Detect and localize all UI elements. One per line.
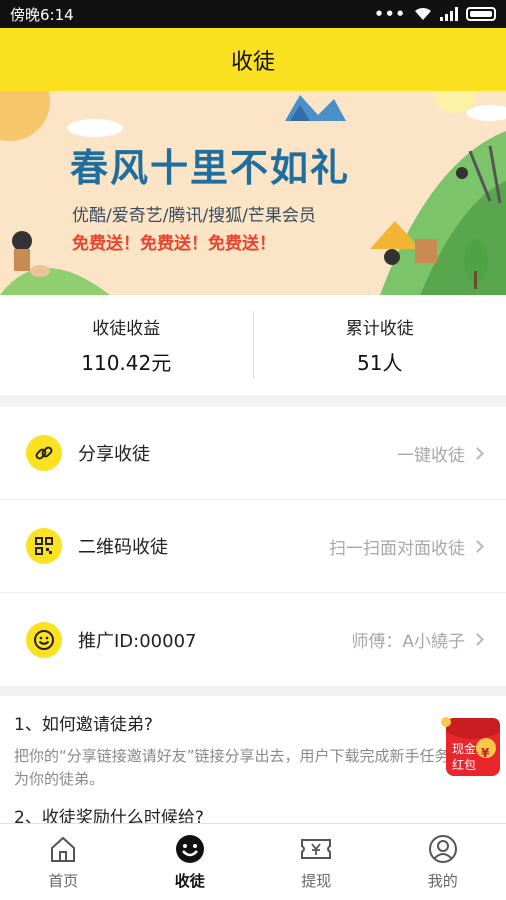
- chevron-right-icon: [471, 446, 484, 460]
- menu-item-value: 师傅：A小繞子: [351, 632, 465, 652]
- tab-label: 提现: [301, 871, 332, 890]
- status-time: 傍晚6:14: [10, 5, 74, 24]
- banner-illustration: [0, 91, 506, 295]
- page-header: 收徒: [0, 28, 506, 91]
- signal-icon: [440, 7, 458, 21]
- tab-withdraw[interactable]: 提现: [253, 824, 380, 900]
- qrcode-icon: [26, 528, 62, 564]
- battery-icon: [466, 7, 496, 21]
- banner-promo-text: 免费送！免费送！免费送！: [72, 234, 276, 254]
- yen-symbol: ¥: [481, 746, 490, 760]
- tab-label: 收徒: [174, 871, 205, 890]
- promo-banner[interactable]: 春风十里不如礼 优酷/爱奇艺/腾讯/搜狐/芒果会员 免费送！免费送！免费送！: [0, 91, 506, 295]
- status-icons: •••: [374, 5, 496, 23]
- menu-item-qrcode[interactable]: 二维码收徒 扫一扫面对面收徒: [0, 500, 506, 593]
- chevron-right-icon: [471, 539, 484, 553]
- stat-total-apprentices: 累计收徒 51人: [254, 295, 506, 395]
- faq-answer: 把你的“分享链接邀请好友”链接分享出去，用户下载完成新手任务就成为你的徒弟。: [14, 747, 480, 788]
- smiley-face-icon: [175, 834, 204, 863]
- tab-label: 我的: [427, 871, 458, 890]
- banner-title: 春风十里不如礼: [70, 146, 351, 190]
- ticket-yen-icon: [301, 838, 332, 859]
- menu-item-share[interactable]: 分享收徒 一键收徒: [0, 407, 506, 500]
- banner-subtitle: 优酷/爱奇艺/腾讯/搜狐/芒果会员: [72, 206, 316, 226]
- wifi-icon: [415, 7, 431, 20]
- faq-section: 1、如何邀请徒弟? 把你的“分享链接邀请好友”链接分享出去，用户下载完成新手任务…: [0, 696, 506, 826]
- faq-question: 1、如何邀请徒弟?: [14, 715, 153, 735]
- red-packet-label-1: 现金: [452, 742, 477, 756]
- tab-label: 首页: [48, 871, 79, 890]
- tab-home[interactable]: 首页: [0, 824, 127, 900]
- bottom-tab-bar: 首页 收徒 提现 我的: [0, 823, 506, 900]
- stat-earnings: 收徒收益 110.42元: [0, 295, 253, 395]
- chevron-right-icon: [471, 633, 484, 646]
- home-icon: [51, 836, 76, 862]
- user-icon: [428, 834, 457, 863]
- menu-item-value: 一键收徒: [397, 445, 465, 466]
- menu-item-promo-id[interactable]: 推广ID:00007 师傅：A小繞子: [0, 593, 506, 686]
- menu-item-value: 扫一扫面对面收徒: [329, 538, 465, 559]
- stat-value: 110.42元: [81, 351, 172, 375]
- menu-item-label: 二维码收徒: [78, 537, 168, 558]
- menu-item-label: 分享收徒: [78, 444, 150, 465]
- menu-item-label: 推广ID:00007: [78, 630, 197, 652]
- cash-red-packet-button[interactable]: 现金 红包 ¥: [440, 712, 504, 780]
- stats-panel: 收徒收益 110.42元 累计收徒 51人: [0, 295, 506, 395]
- red-packet-label-2: 红包: [452, 758, 477, 772]
- stat-value: 51人: [357, 351, 403, 375]
- stat-label: 累计收徒: [345, 319, 414, 339]
- action-menu: 分享收徒 一键收徒 二维码收徒 扫一扫面对面收徒 推广ID:00007 师傅：A…: [0, 407, 506, 686]
- link-icon: [26, 435, 62, 471]
- page-title: 收徒: [230, 49, 275, 75]
- tab-mine[interactable]: 我的: [380, 824, 506, 900]
- status-bar: 傍晚6:14 •••: [0, 0, 506, 28]
- smiley-icon: [26, 621, 62, 658]
- stat-label: 收徒收益: [92, 319, 161, 339]
- tab-apprentice[interactable]: 收徒: [127, 824, 254, 900]
- more-dots-icon: •••: [374, 5, 406, 23]
